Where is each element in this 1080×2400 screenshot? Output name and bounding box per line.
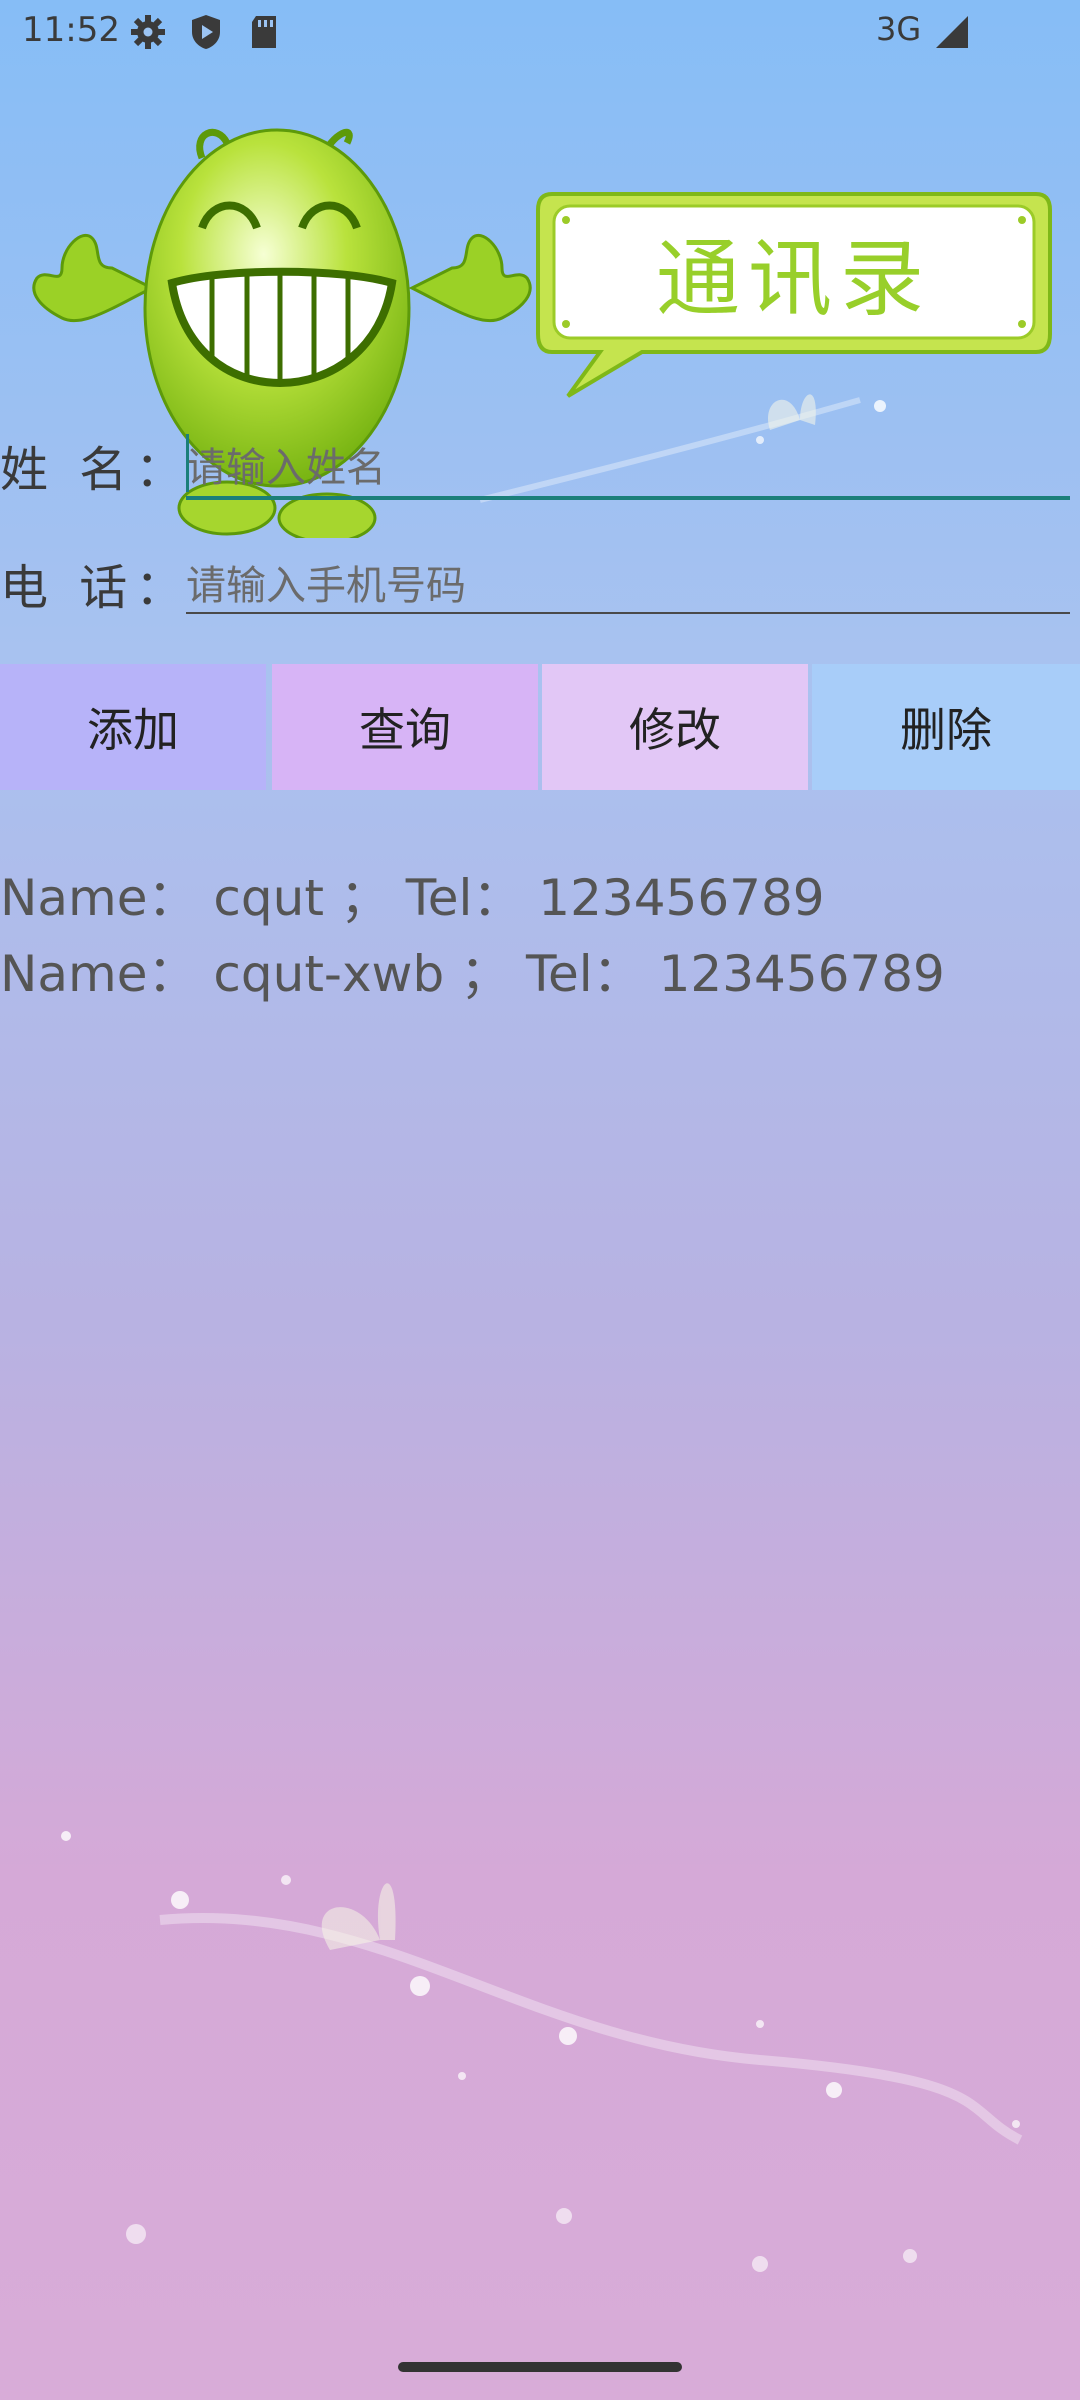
list-item: Name： cqut-xwb ； Tel： 123456789 (0, 945, 945, 1003)
phone-label: 电 话： (0, 560, 192, 616)
status-bar: 11:52 3G (0, 0, 1080, 64)
phone-row: 电 话： (0, 548, 1080, 628)
results-list: Name： cqut ； Tel： 123456789 Name： cqut-x… (0, 860, 1080, 1012)
shield-play-icon (192, 15, 220, 49)
settings-gear-icon (131, 15, 165, 49)
name-input-underline (186, 496, 1070, 500)
phone-input-underline (186, 612, 1070, 614)
delete-button[interactable]: 删除 (812, 664, 1080, 790)
list-item: Name： cqut ； Tel： 123456789 (0, 869, 825, 927)
action-button-bar: 添加 查询 修改 删除 (0, 664, 1080, 790)
name-label: 姓 名： (0, 442, 192, 498)
header-title: 通讯录 (655, 229, 932, 328)
edit-button[interactable]: 修改 (542, 664, 808, 790)
query-button[interactable]: 查询 (272, 664, 538, 790)
home-indicator[interactable] (398, 2362, 682, 2372)
text-cursor (186, 434, 189, 492)
sd-card-icon (252, 16, 276, 48)
status-time: 11:52 (22, 10, 120, 50)
add-button[interactable]: 添加 (0, 664, 266, 790)
name-row: 姓 名： (0, 430, 1080, 510)
header-bubble: 通讯录 (532, 184, 1056, 406)
signal-icon (936, 16, 968, 48)
phone-input[interactable] (186, 554, 1068, 618)
network-type: 3G (876, 10, 922, 48)
name-input[interactable] (186, 436, 1068, 500)
